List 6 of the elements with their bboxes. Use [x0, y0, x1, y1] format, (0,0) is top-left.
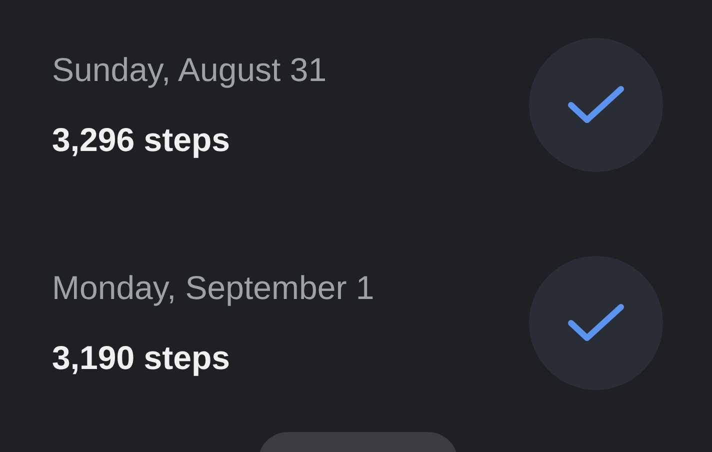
step-count: 3,296 steps — [52, 120, 231, 160]
date-label: Sunday, August 31 — [52, 50, 327, 90]
checkmark-icon — [567, 302, 625, 344]
step-count: 3,190 steps — [52, 338, 231, 378]
date-label: Monday, September 1 — [52, 268, 374, 308]
checkmark-icon — [567, 84, 625, 126]
